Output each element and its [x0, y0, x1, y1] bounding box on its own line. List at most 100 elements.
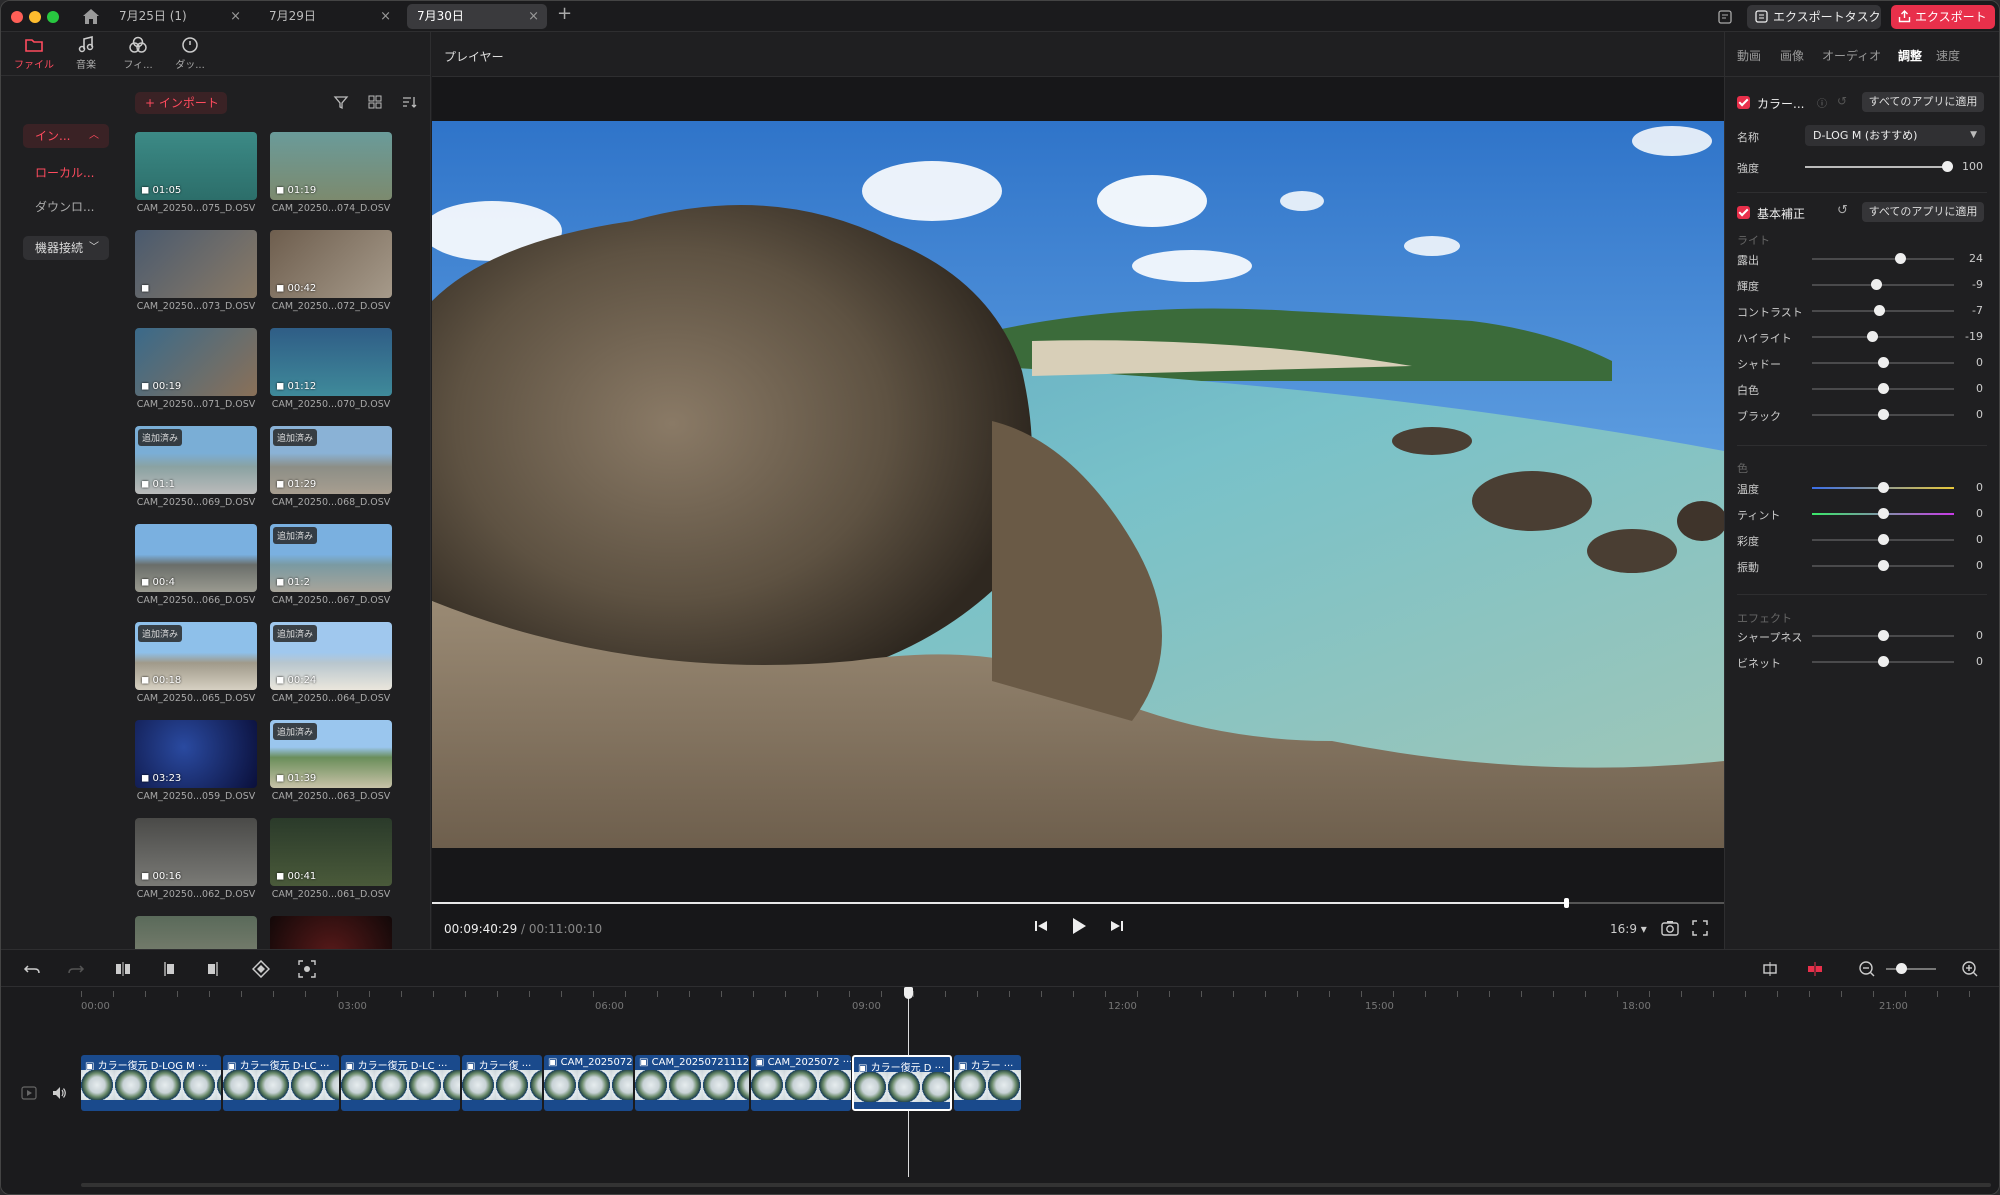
- basic-adjust-checkbox[interactable]: [1737, 206, 1750, 219]
- snapshot-icon[interactable]: [1661, 920, 1679, 936]
- help-icon[interactable]: ⓘ: [1817, 95, 1827, 110]
- tool-music[interactable]: 音楽: [63, 36, 109, 71]
- slider-knob[interactable]: [1878, 357, 1889, 368]
- play-icon[interactable]: [1070, 917, 1088, 935]
- filter-funnel-icon[interactable]: [333, 94, 349, 110]
- media-clip[interactable]: ◼ CAM_20250...073_D.OSV: [135, 230, 257, 312]
- sort-icon[interactable]: [401, 94, 417, 110]
- timeline-clip[interactable]: ▣ CAM_2025072 ···: [544, 1055, 633, 1111]
- skip-back-icon[interactable]: [1034, 919, 1048, 933]
- slider-knob[interactable]: [1878, 656, 1889, 667]
- media-clip[interactable]: ◼ 00:4 CAM_20250...066_D.OSV: [135, 524, 257, 606]
- zoom-window-button[interactable]: [47, 11, 59, 23]
- media-clip[interactable]: 追加済み ◼ 00:24 CAM_20250...064_D.OSV: [270, 622, 392, 704]
- link-clips-icon[interactable]: [1806, 960, 1824, 978]
- color-restore-checkbox[interactable]: [1737, 96, 1750, 109]
- tab-jul30[interactable]: 7月30日 ×: [407, 4, 547, 29]
- tool-filter[interactable]: フィ...: [115, 36, 161, 71]
- media-clip[interactable]: ◼ 00:42 CAM_20250...072_D.OSV: [270, 230, 392, 312]
- fullscreen-icon[interactable]: [1692, 920, 1708, 936]
- timeline[interactable]: ▣ カラー復元 D-LOG M ··· ▣ カラー復元 D-LC ··· ▣ カラー…: [1, 987, 1999, 1194]
- slider-knob[interactable]: [1878, 409, 1889, 420]
- reframe-icon[interactable]: [298, 960, 316, 978]
- adjust-slider[interactable]: [1812, 508, 1954, 519]
- split-icon[interactable]: [114, 960, 132, 978]
- tab-audio[interactable]: オーディオ: [1822, 47, 1881, 64]
- basic-apply-all-button[interactable]: すべてのアプリに適用: [1862, 202, 1984, 222]
- home-icon[interactable]: [81, 7, 101, 25]
- slider-knob[interactable]: [1873, 305, 1885, 316]
- track-toggle-icon[interactable]: [21, 1086, 37, 1100]
- adjust-slider[interactable]: [1812, 656, 1954, 667]
- redo-icon[interactable]: [67, 960, 85, 978]
- media-clip[interactable]: 追加済み ◼ 00:18 CAM_20250...065_D.OSV: [135, 622, 257, 704]
- adjust-slider[interactable]: [1812, 630, 1954, 641]
- nav-device[interactable]: 機器接続 ﹀: [23, 236, 109, 260]
- adjust-slider[interactable]: [1812, 305, 1954, 316]
- slider-knob[interactable]: [1878, 482, 1889, 493]
- tab-jul29[interactable]: 7月29日 ×: [259, 4, 399, 29]
- tool-file[interactable]: ファイル: [11, 36, 57, 71]
- trim-start-icon[interactable]: [159, 960, 177, 978]
- slider-knob[interactable]: [1866, 331, 1878, 342]
- media-clip[interactable]: 追加済み ◼ 01:1 CAM_20250...069_D.OSV: [135, 426, 257, 508]
- media-clip[interactable]: ◼ 01:36: [135, 916, 257, 949]
- adjust-slider[interactable]: [1812, 482, 1954, 493]
- media-clip[interactable]: ◼ 01:19 CAM_20250...074_D.OSV: [270, 132, 392, 214]
- close-window-button[interactable]: [11, 11, 23, 23]
- close-tab-icon[interactable]: ×: [380, 4, 391, 29]
- timeline-clip[interactable]: ▣ カラー復元 D-LOG M ···: [81, 1055, 221, 1111]
- timeline-clip[interactable]: ▣ カラー復元 D-LC ···: [341, 1055, 460, 1111]
- tab-speed[interactable]: 速度: [1936, 47, 1960, 64]
- undo-icon[interactable]: [23, 960, 41, 978]
- timeline-clip[interactable]: ▣ CAM_20250721112 ···: [635, 1055, 749, 1111]
- nav-import[interactable]: イン... ︿: [23, 124, 109, 148]
- grid-view-icon[interactable]: [367, 94, 383, 110]
- timeline-clip[interactable]: ▣ カラー復元 D ···: [852, 1055, 952, 1111]
- media-clip[interactable]: 追加済み ◼ 01:29 CAM_20250...068_D.OSV: [270, 426, 392, 508]
- close-tab-icon[interactable]: ×: [528, 4, 539, 29]
- timeline-scrollbar[interactable]: [81, 1183, 1991, 1187]
- adjust-slider[interactable]: [1812, 534, 1954, 545]
- slider-knob[interactable]: [1878, 508, 1889, 519]
- tab-image[interactable]: 画像: [1780, 47, 1804, 64]
- export-button[interactable]: エクスポート: [1891, 5, 1995, 29]
- notes-icon[interactable]: [1717, 9, 1733, 25]
- tool-dash[interactable]: ダッ...: [167, 36, 213, 71]
- media-clip[interactable]: ◼ 00:19 CAM_20250...071_D.OSV: [135, 328, 257, 410]
- media-clip[interactable]: 追加済み ◼ 01:39 CAM_20250...063_D.OSV: [270, 720, 392, 802]
- skip-forward-icon[interactable]: [1110, 919, 1124, 933]
- media-clip[interactable]: 追加済み ◼ 01:2 CAM_20250...067_D.OSV: [270, 524, 392, 606]
- scrubber-handle[interactable]: [1564, 898, 1570, 908]
- aspect-ratio-select[interactable]: 16:9 ▾: [1610, 922, 1647, 936]
- minimize-window-button[interactable]: [29, 11, 41, 23]
- zoom-slider-knob[interactable]: [1896, 963, 1907, 974]
- adjust-slider[interactable]: [1812, 357, 1954, 368]
- media-clip[interactable]: ◼ 03:23 CAM_20250...059_D.OSV: [135, 720, 257, 802]
- tab-jul25[interactable]: 7月25日 (1) ×: [109, 4, 249, 29]
- lut-select[interactable]: D-LOG M (おすすめ) ▼: [1805, 125, 1985, 146]
- reset-basic-icon[interactable]: ↺: [1837, 203, 1848, 218]
- zoom-out-icon[interactable]: [1858, 960, 1876, 978]
- video-preview[interactable]: [432, 121, 1724, 848]
- playhead-handle[interactable]: [904, 987, 913, 999]
- adjust-slider[interactable]: [1812, 560, 1954, 571]
- media-clip[interactable]: ◼ 00:41 CAM_20250...061_D.OSV: [270, 818, 392, 900]
- media-clip[interactable]: ◼ 01:12 CAM_20250...070_D.OSV: [270, 328, 392, 410]
- media-clip[interactable]: ◼ 00:16 CAM_20250...062_D.OSV: [135, 818, 257, 900]
- nav-download[interactable]: ダウンロ...: [23, 195, 109, 219]
- timeline-clip[interactable]: ▣ カラー ···: [954, 1055, 1021, 1111]
- slider-knob[interactable]: [1878, 560, 1889, 571]
- adjust-slider[interactable]: [1812, 253, 1954, 264]
- adjust-slider[interactable]: [1812, 409, 1954, 420]
- tab-video[interactable]: 動画: [1737, 47, 1761, 64]
- zoom-in-icon[interactable]: [1961, 960, 1979, 978]
- speaker-icon[interactable]: [51, 1085, 67, 1101]
- slider-knob[interactable]: [1878, 630, 1889, 641]
- timeline-clip[interactable]: ▣ カラー復元 D-LC ···: [223, 1055, 339, 1111]
- import-button[interactable]: + インポート: [135, 92, 227, 114]
- playback-scrubber[interactable]: [432, 898, 1724, 908]
- tab-adjust[interactable]: 調整: [1898, 47, 1922, 64]
- adjust-slider[interactable]: [1812, 383, 1954, 394]
- slider-knob[interactable]: [1895, 253, 1907, 264]
